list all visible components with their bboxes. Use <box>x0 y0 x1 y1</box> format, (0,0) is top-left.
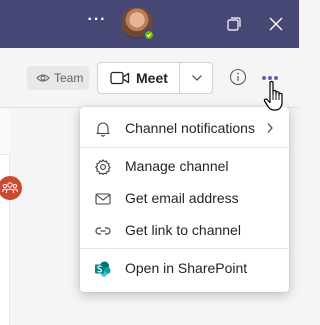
menu-item-channel-notifications[interactable]: Channel notifications <box>80 112 289 144</box>
eye-icon <box>36 74 50 82</box>
chevron-right-icon <box>267 123 273 133</box>
meet-button[interactable]: Meet <box>98 63 180 93</box>
restore-window-icon[interactable] <box>224 14 244 34</box>
left-panel-header <box>0 109 10 155</box>
menu-divider <box>80 147 289 148</box>
team-privacy-pill[interactable]: Team <box>27 66 89 90</box>
menu-item-label: Open in SharePoint <box>125 260 248 276</box>
link-icon <box>95 227 111 235</box>
menu-item-label: Get email address <box>125 190 239 206</box>
channel-options-menu: Channel notifications Manage channel Get… <box>80 107 289 292</box>
meet-options-button[interactable] <box>181 63 212 93</box>
close-icon[interactable] <box>266 14 286 34</box>
menu-divider <box>80 248 289 249</box>
presence-available-icon <box>143 29 155 41</box>
title-bar: ··· <box>0 0 299 48</box>
more-icon[interactable]: ··· <box>86 12 108 34</box>
menu-item-get-link-to-channel[interactable]: Get link to channel <box>80 214 289 246</box>
meet-split-button: Meet <box>97 62 213 94</box>
info-icon[interactable] <box>229 68 247 91</box>
menu-item-manage-channel[interactable]: Manage channel <box>80 150 289 182</box>
menu-item-get-email-address[interactable]: Get email address <box>80 182 289 214</box>
team-avatar-icon[interactable] <box>0 176 22 200</box>
menu-item-label: Get link to channel <box>125 222 241 238</box>
bell-icon <box>96 122 110 137</box>
menu-item-label: Manage channel <box>125 158 229 174</box>
gear-icon <box>95 159 111 175</box>
meet-label: Meet <box>136 70 168 86</box>
sharepoint-icon <box>95 261 111 277</box>
menu-item-open-in-sharepoint[interactable]: Open in SharePoint <box>80 252 289 284</box>
hand-cursor-icon <box>263 80 287 119</box>
video-camera-icon <box>110 71 130 85</box>
menu-item-label: Channel notifications <box>125 120 255 136</box>
envelope-icon <box>95 193 111 205</box>
chevron-down-icon <box>192 75 202 81</box>
team-label: Team <box>54 71 84 85</box>
